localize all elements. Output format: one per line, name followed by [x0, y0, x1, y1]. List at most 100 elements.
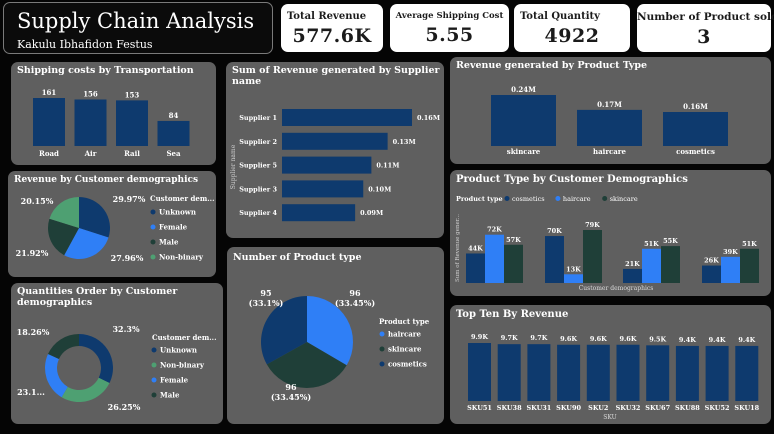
data-label: 9.4K — [709, 336, 726, 344]
legend-title: Product type — [456, 195, 503, 203]
data-label: 153 — [125, 90, 140, 99]
tick-label: SKU18 — [734, 404, 759, 412]
bar-supplier-4 — [282, 204, 356, 222]
revenue-demographics-panel[interactable]: Revenue by Customer demographics 29.97% 2… — [8, 171, 216, 277]
legend-marker — [602, 196, 608, 201]
revenue-product-type-panel[interactable]: Revenue generated by Product Type 0.24M s… — [450, 57, 771, 164]
data-label: (33.45%) — [271, 392, 311, 402]
kpi-total-revenue[interactable]: Total Revenue 577.6K — [281, 4, 383, 52]
legend-title: Customer dem... — [152, 333, 217, 342]
bar-unknown-skincare — [504, 244, 523, 283]
bar-male-haircare — [642, 248, 661, 283]
legend-marker — [150, 254, 156, 260]
quantities-demographics-chart: 32.3% 26.25% 23.1... 18.26% Customer dem... U… — [17, 324, 217, 412]
tick-label: SKU2 — [588, 404, 608, 412]
tick-label: haircare — [593, 147, 626, 156]
legend-label: skincare — [610, 195, 638, 203]
legend-marker — [150, 239, 156, 245]
legend-title: Product type — [379, 317, 430, 326]
bar-sea — [157, 120, 190, 146]
bar-sku51 — [468, 343, 491, 401]
data-label: 26K — [704, 257, 719, 265]
legend-marker — [150, 224, 156, 230]
tick-label: SKU38 — [497, 404, 522, 412]
axis-label: Customer demographics — [579, 285, 654, 292]
data-label: 9.6K — [560, 335, 577, 343]
tick-label: cosmetics — [676, 147, 715, 156]
top-ten-revenue-chart: 9.9K SKU51 9.7K SKU38 9.7K SKU31 9.6K SKU90 9.6K… — [467, 333, 760, 421]
legend-label: cosmetics — [512, 195, 545, 203]
tick-label: Rail — [124, 149, 140, 158]
dashboard-header: Supply Chain Analysis Kakulu Ibhafidon F… — [3, 2, 273, 54]
bar-haircare — [577, 109, 642, 146]
bar-supplier-1 — [282, 109, 412, 126]
legend-label: Non-binary — [160, 361, 205, 370]
author-name: Kakulu Ibhafidon Festus — [17, 38, 153, 51]
data-label: 21.92% — [16, 248, 49, 258]
bar-cosmetics — [663, 112, 728, 146]
slice-male — [48, 334, 79, 359]
kpi-label: Average Shipping Cost — [395, 11, 504, 21]
bar-female-cosmetics — [545, 236, 564, 283]
data-label: 0.13M — [393, 138, 416, 146]
legend-label: Male — [159, 238, 179, 247]
data-label: 20.15% — [21, 196, 54, 206]
data-label: 0.10M — [368, 185, 391, 193]
tick-label: Supplier 3 — [239, 185, 277, 193]
legend-label: Unknown — [160, 346, 197, 355]
tick-label: SKU31 — [526, 404, 551, 412]
legend-label: Male — [160, 391, 180, 400]
tick-label: SKU51 — [467, 404, 492, 412]
shipping-costs-panel[interactable]: Shipping costs by Transportation 161 Road… — [11, 62, 216, 165]
product-type-demographics-chart: Product type cosmetics haircare skincare 44K… — [455, 195, 759, 292]
legend-label: haircare — [563, 195, 591, 203]
quantities-demographics-panel[interactable]: Quantities Order by Customer demographic… — [11, 283, 223, 424]
product-type-demographics-panel[interactable]: Product Type by Customer Demographics Pr… — [450, 170, 771, 296]
tick-label: SKU88 — [675, 404, 700, 412]
bar-female-haircare — [564, 274, 583, 283]
legend-marker — [379, 331, 385, 337]
data-label: 0.09M — [360, 209, 383, 217]
data-label: 9.4K — [679, 336, 696, 344]
legend-title: Customer dem... — [150, 194, 215, 203]
shipping-costs-chart: 161 Road 156 Air 153 Rail 84 Sea — [33, 88, 190, 158]
product-count-panel[interactable]: Number of Product type 96 (33.45%) 96 (33.4… — [227, 247, 444, 424]
tick-label: Sea — [166, 149, 181, 158]
top-ten-revenue-panel[interactable]: Top Ten By Revenue 9.9K SKU51 9.7K SKU38 9.7… — [450, 305, 771, 424]
tick-label: SKU32 — [616, 404, 641, 412]
bar-sku38 — [497, 344, 521, 401]
data-label: (33.45%) — [335, 298, 375, 308]
bar-unknown-haircare — [485, 234, 504, 283]
legend-label: Female — [160, 376, 189, 385]
tick-label: SKU52 — [705, 404, 730, 412]
bar-skincare — [491, 95, 556, 146]
data-label: 27.96% — [111, 253, 144, 263]
bar-sku2 — [586, 344, 610, 401]
data-label: 23.1... — [17, 387, 45, 397]
legend-label: Female — [159, 223, 188, 232]
kpi-total-quantity[interactable]: Total Quantity 4922 — [514, 4, 630, 52]
data-label: 156 — [83, 89, 98, 98]
bar-sku18 — [735, 345, 759, 401]
legend-label: Non-binary — [159, 253, 204, 262]
tick-label: SKU67 — [645, 404, 670, 412]
data-label: 51K — [644, 240, 659, 248]
data-label: 51K — [742, 240, 757, 248]
data-label: 9.6K — [590, 335, 607, 343]
tick-label: Supplier 2 — [239, 138, 277, 146]
data-label: 72K — [487, 226, 502, 234]
data-label: (33.1%) — [249, 298, 284, 308]
kpi-average-shipping-cost[interactable]: Average Shipping Cost 5.55 — [390, 4, 509, 52]
product-count-chart: 96(33.45%)96(33.45%)95(33.1%)Product typ… — [249, 288, 430, 402]
supplier-revenue-panel[interactable]: Sum of Revenue generated by Supplier nam… — [226, 62, 444, 238]
tick-label: SKU90 — [556, 404, 581, 412]
legend-marker — [151, 392, 157, 398]
kpi-label: Total Quantity — [520, 11, 600, 22]
data-label: 44K — [468, 244, 483, 252]
tick-label: Supplier 5 — [239, 162, 277, 170]
kpi-number-of-product-sold[interactable]: Number of Product sold 3 — [637, 4, 774, 52]
data-label: 161 — [42, 88, 57, 97]
legend-marker — [555, 196, 561, 201]
legend-marker — [504, 196, 510, 201]
data-label: 96 — [349, 288, 361, 298]
